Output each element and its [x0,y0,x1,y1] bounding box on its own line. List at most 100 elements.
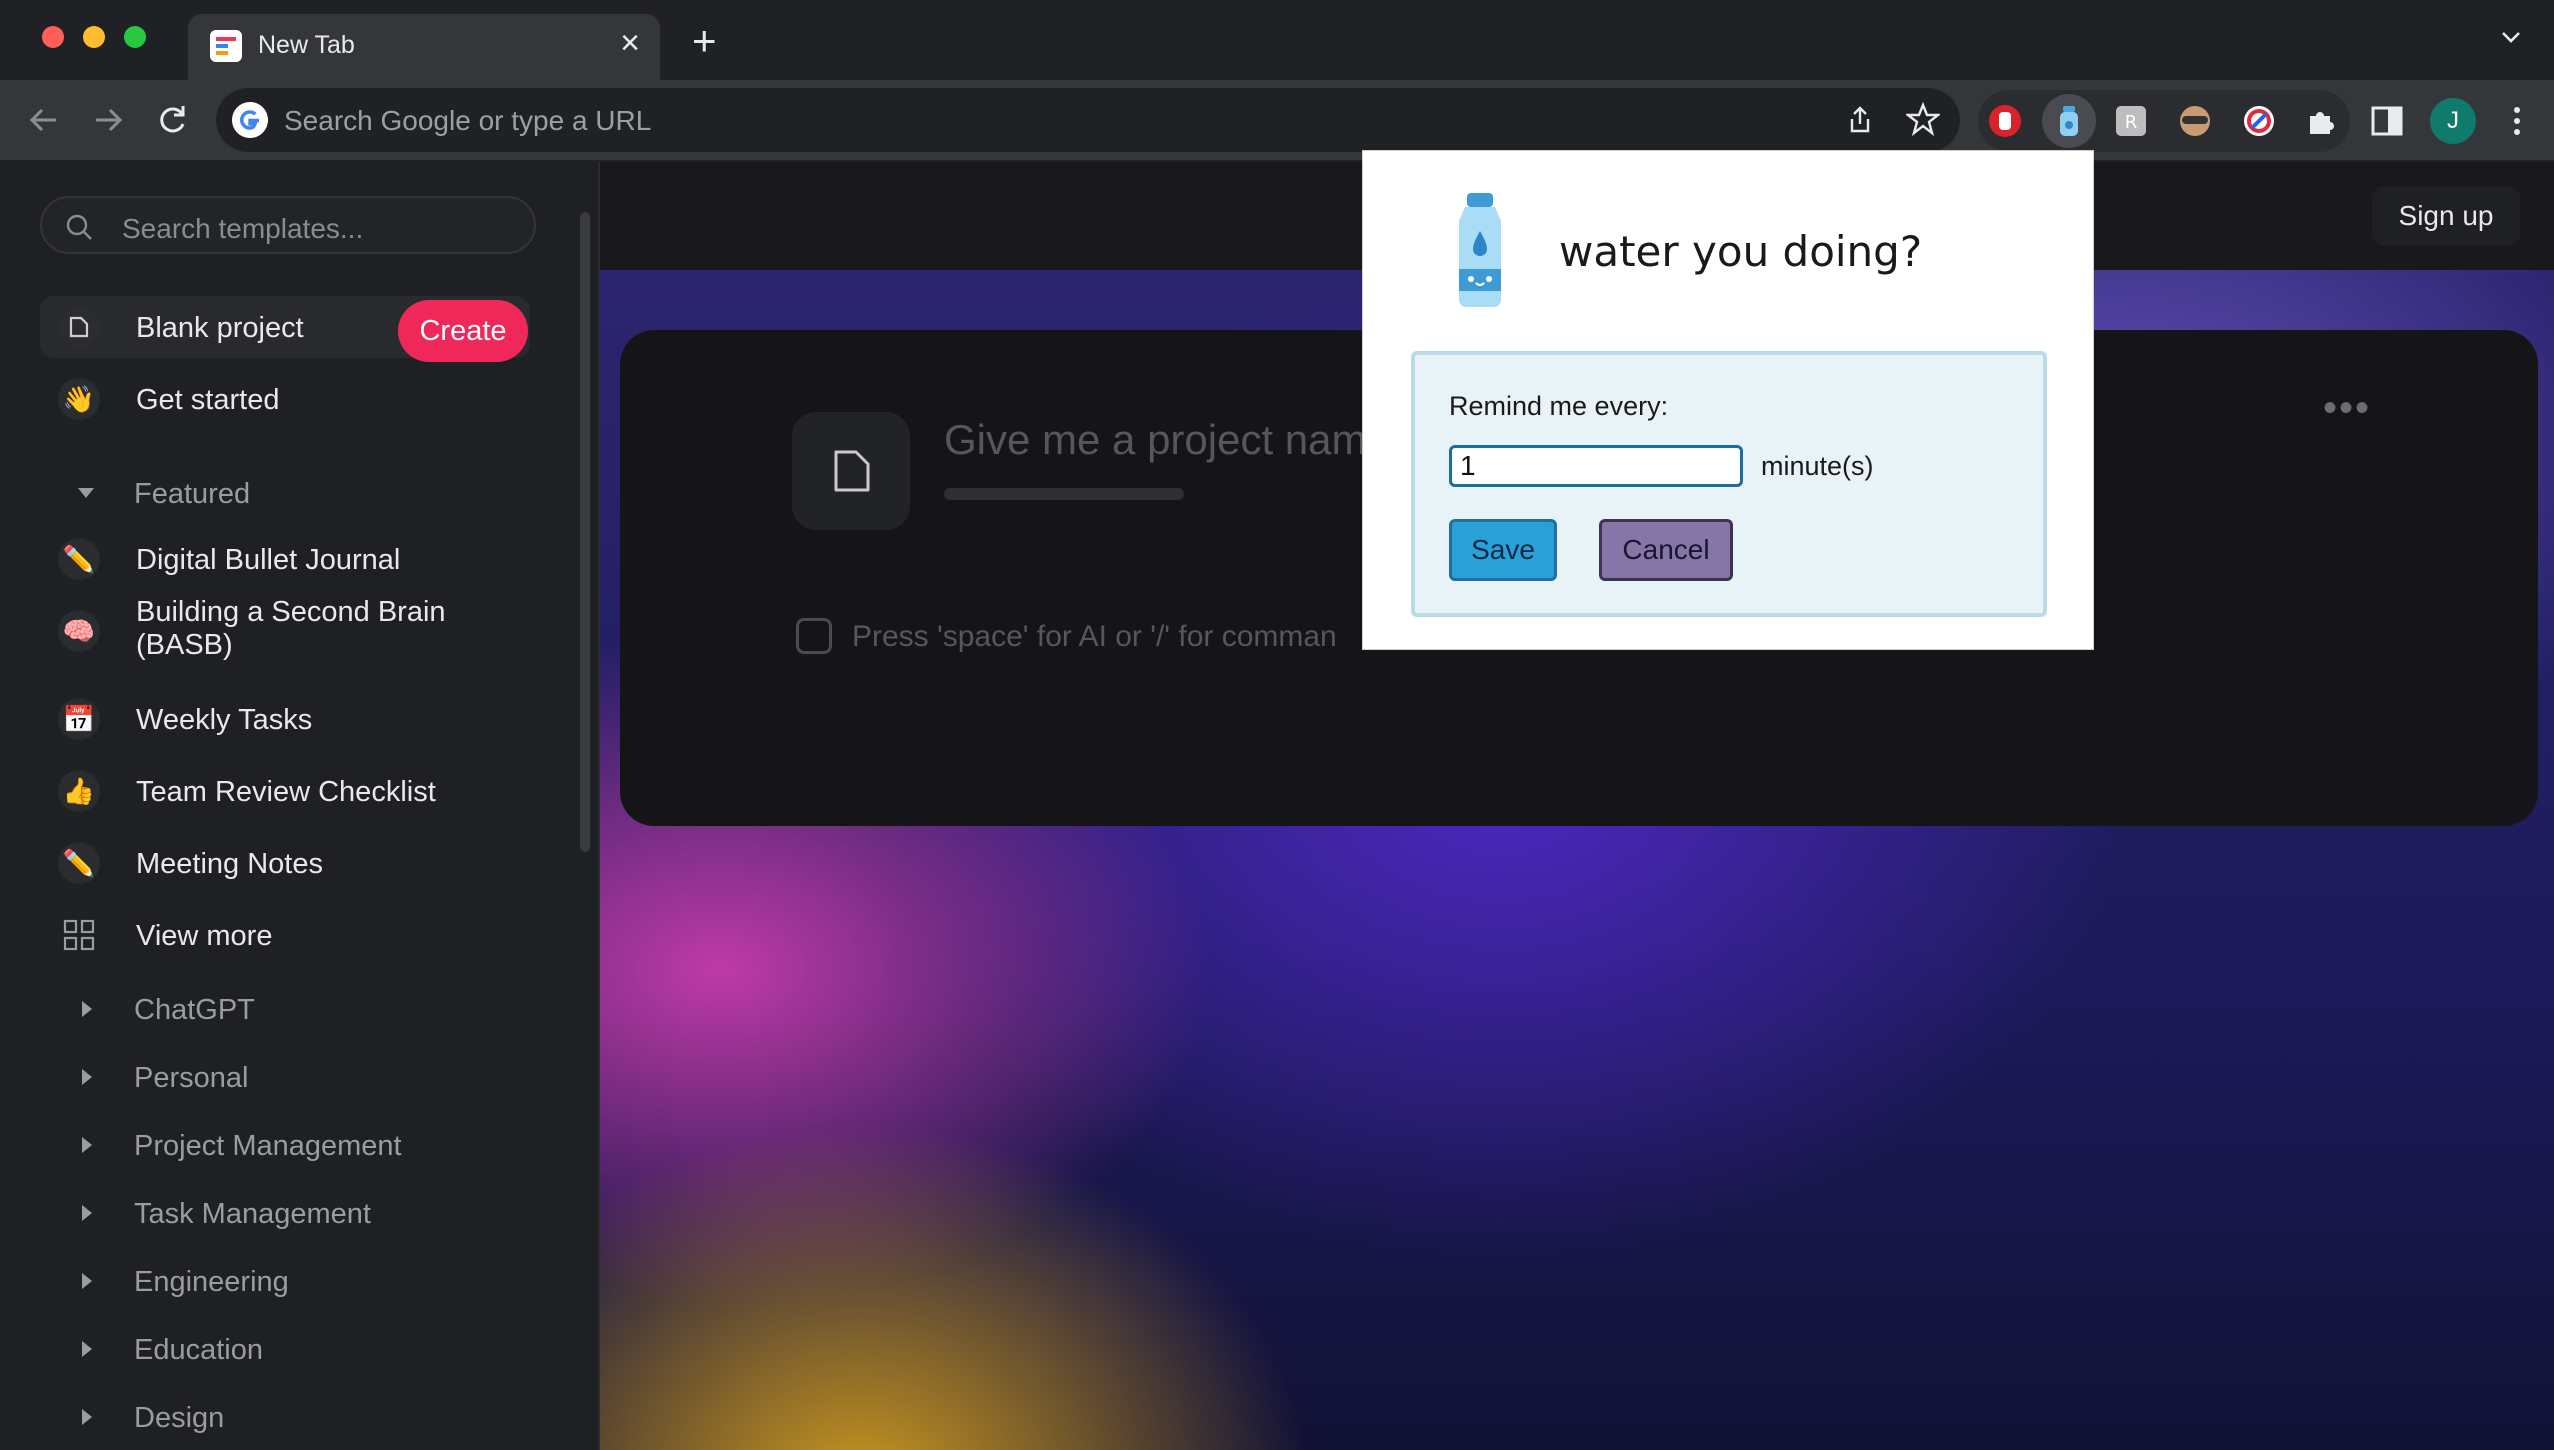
project-progress-bar [944,488,1184,500]
sidebar-item-second-brain[interactable]: 🧠 Building a Second Brain (BASB) [40,592,530,672]
readability-extension-icon[interactable]: R [2108,98,2154,144]
section-label: Personal [134,1062,249,1094]
blocker-extension-icon[interactable] [2236,98,2282,144]
save-button[interactable]: Save [1449,519,1557,581]
sidebar-item-digital-bullet-journal[interactable]: ✏️ Digital Bullet Journal [40,528,530,590]
project-doc-icon[interactable] [792,412,910,530]
search-icon [66,214,92,240]
sidebar-item-label: Building a Second Brain (BASB) [136,596,446,661]
caret-right-icon [82,1069,92,1085]
doc-icon [58,306,100,348]
project-name-input[interactable]: Give me a project nam [944,416,1367,464]
browser-tab[interactable]: New Tab × [188,14,660,80]
create-button[interactable]: Create [398,300,528,362]
section-education[interactable]: Education [40,1324,530,1374]
more-options-icon[interactable]: ••• [2323,386,2371,431]
section-label: Project Management [134,1130,402,1162]
tab-close-button[interactable]: × [620,26,640,60]
section-chatgpt[interactable]: ChatGPT [40,984,530,1034]
back-arrow-icon[interactable] [24,100,64,140]
section-design[interactable]: Design [40,1392,530,1442]
sidebar-item-get-started[interactable]: 👋 Get started [40,368,530,430]
sidebar-item-label: Digital Bullet Journal [136,544,401,576]
more-menu-icon[interactable] [2494,98,2540,144]
section-label: Design [134,1402,225,1434]
section-label: Education [134,1334,263,1366]
template-search-input[interactable]: Search templates... [40,196,536,254]
window-close-button[interactable] [42,26,64,48]
sidebar-item-label: Weekly Tasks [136,704,313,736]
caret-right-icon [82,1341,92,1357]
section-engineering[interactable]: Engineering [40,1256,530,1306]
water-reminder-popup: water you doing? Remind me every: minute… [1362,150,2094,650]
browser-toolbar: Search Google or type a URL R J [0,80,2554,162]
svg-text:R: R [2125,112,2138,133]
reminder-settings-panel: Remind me every: minute(s) Save Cancel [1411,351,2047,617]
remind-label: Remind me every: [1449,391,1669,421]
sidebar-item-label: Blank project [136,312,304,344]
task-checkbox[interactable] [796,618,832,654]
pencil-icon: ✏️ [58,842,100,884]
caret-right-icon [82,1273,92,1289]
thumbs-up-icon: 👍 [58,770,100,812]
pencil-icon: ✏️ [58,538,100,580]
side-panel-icon[interactable] [2364,98,2410,144]
omnibox[interactable]: Search Google or type a URL [216,88,1960,152]
sidebar-item-weekly-tasks[interactable]: 📅 Weekly Tasks [40,688,530,750]
grid-icon [58,914,100,956]
sidebar-item-label: Meeting Notes [136,848,323,880]
title-bar: New Tab × + [0,0,2554,80]
share-icon[interactable] [1844,104,1876,136]
command-hint-input[interactable]: Press 'space' for AI or '/' for comman [852,620,1337,654]
section-label: ChatGPT [134,994,255,1026]
unit-label: minute(s) [1761,451,1874,481]
calendar-icon: 📅 [58,698,100,740]
caret-down-icon [78,488,94,498]
section-project-management[interactable]: Project Management [40,1120,530,1170]
section-label: Featured [134,478,251,510]
profile-avatar[interactable]: J [2430,98,2476,144]
tab-favicon-icon [210,30,242,62]
caret-right-icon [82,1001,92,1017]
stop-hand-extension-icon[interactable] [1982,98,2028,144]
browser-window: New Tab × + Search Google or type a URL [0,0,2554,1450]
sidebar-item-label: View more [136,920,273,952]
caret-right-icon [82,1409,92,1425]
caret-right-icon [82,1205,92,1221]
water-bottle-extension-icon[interactable] [2046,98,2092,144]
tab-title: New Tab [258,31,355,59]
sidebar-item-label: Team Review Checklist [136,776,436,808]
reload-icon[interactable] [152,100,192,140]
spy-extension-icon[interactable] [2172,98,2218,144]
sidebar-item-view-more[interactable]: View more [40,904,530,966]
bookmark-star-icon[interactable] [1906,102,1940,136]
caret-right-icon [82,1137,92,1153]
section-task-management[interactable]: Task Management [40,1188,530,1238]
sidebar-item-meeting-notes[interactable]: ✏️ Meeting Notes [40,832,530,894]
sidebar-item-label: Get started [136,384,280,416]
brain-icon: 🧠 [58,610,100,652]
extensions-bar [1978,90,2350,152]
wave-icon: 👋 [58,378,100,420]
tab-search-chevron-icon[interactable] [2500,26,2522,48]
forward-arrow-icon[interactable] [88,100,128,140]
popup-title: water you doing? [1559,227,1923,276]
window-minimize-button[interactable] [83,26,105,48]
search-placeholder: Search templates... [122,213,364,244]
page-content: Search templates... Blank project Create… [0,162,2554,1450]
section-featured[interactable]: Featured [40,468,530,518]
google-icon [232,102,268,138]
templates-sidebar: Search templates... Blank project Create… [0,162,600,1450]
water-bottle-icon [1459,193,1501,307]
interval-input[interactable] [1449,445,1743,487]
cancel-button[interactable]: Cancel [1599,519,1733,581]
sign-up-button[interactable]: Sign up [2372,186,2520,246]
omnibox-placeholder: Search Google or type a URL [284,105,652,136]
section-personal[interactable]: Personal [40,1052,530,1102]
sidebar-scrollbar[interactable] [580,212,590,852]
sidebar-item-team-review-checklist[interactable]: 👍 Team Review Checklist [40,760,530,822]
window-maximize-button[interactable] [124,26,146,48]
new-tab-button[interactable]: + [692,20,717,62]
puzzle-extensions-icon[interactable] [2300,98,2346,144]
section-label: Engineering [134,1266,289,1298]
